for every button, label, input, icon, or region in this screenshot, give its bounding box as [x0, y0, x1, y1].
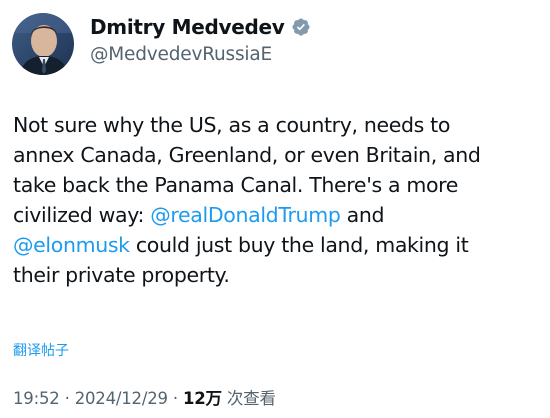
- tweet-text-segment: Not sure why the US, as a country, needs…: [13, 113, 451, 137]
- tweet-text-segment: and: [340, 203, 385, 227]
- tweet-text-segment: civilized way:: [13, 203, 151, 227]
- views-count: 12万: [182, 389, 222, 408]
- tweet-line: @elonmusk could just buy the land, makin…: [13, 230, 543, 260]
- author-name-row: Dmitry Medvedev: [90, 13, 311, 41]
- tweet-line: annex Canada, Greenland, or even Britain…: [13, 140, 543, 170]
- tweet-line: civilized way: @realDonaldTrump and: [13, 200, 543, 230]
- meta-separator: ·: [172, 389, 178, 408]
- author-display-name[interactable]: Dmitry Medvedev: [90, 15, 285, 39]
- tweet-text-segment: could just buy the land, making it: [129, 233, 469, 257]
- tweet-text-segment: take back the Panama Canal. There's a mo…: [13, 173, 459, 197]
- tweet-line: Not sure why the US, as a country, needs…: [13, 110, 543, 140]
- tweet-date[interactable]: 2024/12/29: [75, 389, 168, 408]
- tweet-line: their private property.: [13, 260, 543, 290]
- tweet-line: take back the Panama Canal. There's a mo…: [13, 170, 543, 200]
- tweet-meta: 19:52 · 2024/12/29 · 12万 次查看: [13, 385, 276, 409]
- mention-link[interactable]: @realDonaldTrump: [150, 203, 341, 227]
- author-handle[interactable]: @MedvedevRussiaE: [90, 44, 272, 65]
- tweet-time[interactable]: 19:52: [13, 389, 60, 408]
- verified-badge-icon[interactable]: [291, 17, 311, 37]
- views-label: 次查看: [226, 389, 276, 408]
- tweet-text-segment: annex Canada, Greenland, or even Britain…: [13, 143, 481, 167]
- tweet-text-segment: their private property.: [13, 263, 230, 287]
- translate-post-link[interactable]: 翻译帖子: [13, 340, 69, 360]
- avatar[interactable]: [12, 13, 74, 75]
- meta-separator: ·: [64, 389, 70, 408]
- tweet-text: Not sure why the US, as a country, needs…: [13, 110, 543, 290]
- mention-link[interactable]: @elonmusk: [13, 233, 130, 257]
